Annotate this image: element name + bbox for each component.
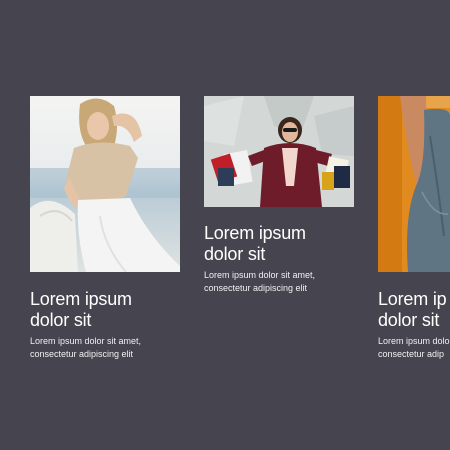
- card-carousel: Lorem ipsum dolor sit Lorem ipsum dolor …: [0, 0, 450, 450]
- woman-beach-photo: [30, 96, 180, 272]
- card-title-line-2: dolor sit: [378, 310, 440, 330]
- woman-shopping-photo: [204, 96, 354, 207]
- card-title-line-2: dolor sit: [30, 310, 92, 330]
- product-card-2[interactable]: Lorem ipsum dolor sit Lorem ipsum dolor …: [204, 96, 354, 295]
- product-card-1[interactable]: Lorem ipsum dolor sit Lorem ipsum dolor …: [30, 96, 180, 361]
- card-image-woman-shopping[interactable]: [204, 96, 354, 207]
- card-image-woman-beach[interactable]: [30, 96, 180, 272]
- card-image-denim-pocket[interactable]: [378, 96, 450, 272]
- card-title: Lorem ipsum dolor sit: [204, 223, 354, 265]
- card-description-line-1: Lorem ipsum dolo: [378, 336, 450, 346]
- card-description: Lorem ipsum dolor sit amet, consectetur …: [204, 269, 354, 295]
- card-title-line-1: Lorem ipsum: [30, 289, 132, 309]
- denim-pocket-photo: [378, 96, 450, 272]
- card-title-line-2: dolor sit: [204, 244, 266, 264]
- card-title-line-1: Lorem ipsum: [204, 223, 306, 243]
- card-description-line-2: consectetur adipiscing elit: [30, 349, 134, 359]
- card-title: Lorem ip dolor sit: [378, 289, 450, 331]
- card-description-line-1: Lorem ipsum dolor sit amet,: [204, 270, 316, 280]
- card-description: Lorem ipsum dolor sit amet, consectetur …: [30, 335, 180, 361]
- card-description-line-2: consectetur adipiscing elit: [204, 283, 308, 293]
- card-description: Lorem ipsum dolo consectetur adip: [378, 335, 450, 361]
- card-description-line-2: consectetur adip: [378, 349, 445, 359]
- card-title-line-1: Lorem ip: [378, 289, 447, 309]
- card-title: Lorem ipsum dolor sit: [30, 289, 180, 331]
- product-card-3[interactable]: Lorem ip dolor sit Lorem ipsum dolo cons…: [378, 96, 450, 361]
- card-description-line-1: Lorem ipsum dolor sit amet,: [30, 336, 142, 346]
